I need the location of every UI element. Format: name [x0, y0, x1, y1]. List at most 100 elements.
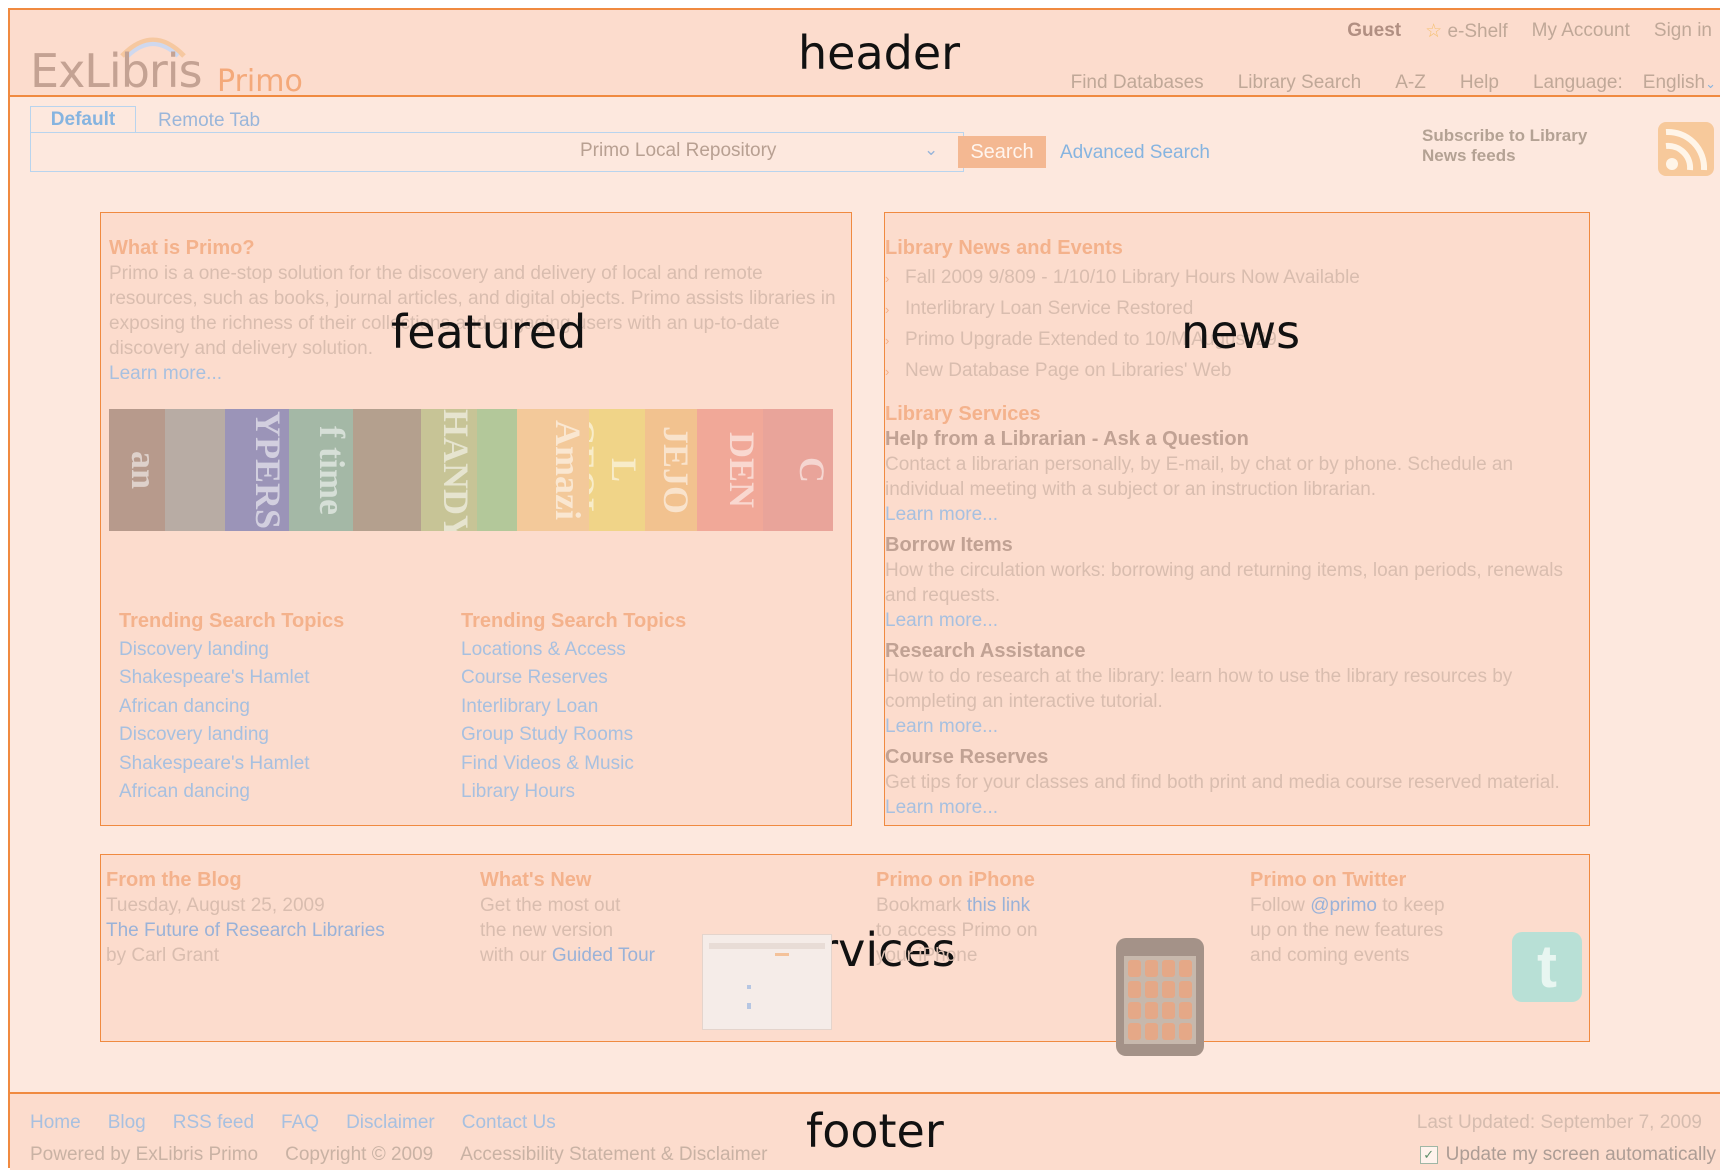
blog-date: Tuesday, August 25, 2009 [106, 895, 325, 916]
service-item: Research Assistance How to do research a… [885, 639, 1575, 739]
featured-panel: What is Primo? Primo is a one-stop solut… [100, 212, 852, 826]
checkbox-checked-icon[interactable]: ✓ [1419, 1146, 1438, 1164]
blog-title: From the Blog [106, 869, 242, 891]
star-icon: ☆ [1425, 21, 1443, 42]
trending-link[interactable]: Interlibrary Loan [461, 693, 686, 722]
trending-link[interactable]: Shakespeare's Hamlet [119, 750, 344, 779]
learn-more-link[interactable]: Learn more... [885, 795, 1575, 820]
chevron-down-icon[interactable]: ⌄ [924, 140, 938, 160]
advanced-search-link[interactable]: Advanced Search [1060, 142, 1210, 164]
trending-link[interactable]: African dancing [119, 778, 344, 807]
book-spine: f time [289, 409, 353, 531]
logo-exlibris[interactable]: ExLibris [30, 44, 203, 98]
eshelf-link[interactable]: ☆ e-Shelf [1425, 20, 1508, 43]
twitter-block: Primo on Twitter Follow @primo to keep u… [1250, 868, 1445, 968]
service-heading: Course Reserves [885, 746, 1049, 768]
guided-tour-thumbnail[interactable] [702, 934, 832, 1030]
nav-library-search[interactable]: Library Search [1238, 72, 1362, 94]
twitter-handle-link[interactable]: @primo [1310, 895, 1377, 916]
footer-link-blog[interactable]: Blog [108, 1112, 146, 1134]
footer-link-faq[interactable]: FAQ [281, 1112, 319, 1134]
twitter-suffix: to keep [1382, 895, 1445, 916]
auto-update-toggle[interactable]: ✓ Update my screen automatically [1419, 1144, 1716, 1166]
service-desc: How the circulation works: borrowing and… [885, 560, 1563, 606]
trending-link[interactable]: Discovery landing [119, 721, 344, 750]
eshelf-label: e-Shelf [1447, 21, 1508, 42]
learn-more-link[interactable]: Learn more... [885, 714, 1575, 739]
language-select[interactable]: English⌄ [1643, 72, 1716, 94]
book-spine: an [109, 409, 165, 531]
whats-new-line: Get the most out [480, 895, 621, 916]
blog-post-link[interactable]: The Future of Research Libraries [106, 918, 385, 943]
book-spine: YPERS [225, 409, 289, 531]
footer-links: Home Blog RSS feed FAQ Disclaimer Contac… [30, 1112, 556, 1134]
footer-link-disclaimer[interactable]: Disclaimer [346, 1112, 435, 1134]
service-heading: Help from a Librarian - Ask a Question [885, 428, 1249, 450]
whats-new-line: with our Guided Tour [480, 943, 655, 968]
footer-link-rss[interactable]: RSS feed [173, 1112, 254, 1134]
scope-select[interactable]: Primo Local Repository [580, 140, 880, 162]
book-spine: DEN [697, 409, 763, 531]
section-label-footer: footer [806, 1104, 944, 1158]
section-label-news: news [1181, 305, 1301, 359]
page-frame: ExLibris Primo Guest ☆ e-Shelf My Accoun… [8, 8, 1720, 1170]
trending-link[interactable]: Course Reserves [461, 664, 686, 693]
twitter-line: and coming events [1250, 945, 1410, 966]
tab-default[interactable]: Default [30, 106, 136, 133]
nav-find-databases[interactable]: Find Databases [1071, 72, 1204, 94]
trending-link[interactable]: Find Videos & Music [461, 750, 686, 779]
blog-block: From the Blog Tuesday, August 25, 2009 T… [106, 868, 385, 968]
news-item[interactable]: › Fall 2009 9/809 - 1/10/10 Library Hours… [885, 263, 1360, 294]
section-label-featured: featured [391, 305, 587, 359]
my-account-link[interactable]: My Account [1532, 20, 1630, 43]
book-spine [165, 409, 225, 531]
auto-update-label: Update my screen automatically [1445, 1144, 1716, 1165]
trending-link[interactable]: Shakespeare's Hamlet [119, 664, 344, 693]
whats-new-block: What's New Get the most out the new vers… [480, 868, 655, 968]
iphone-title: Primo on iPhone [876, 869, 1035, 891]
search-button[interactable]: Search [958, 136, 1046, 168]
trending-link[interactable]: Group Study Rooms [461, 721, 686, 750]
book-spine: JEJO [645, 409, 697, 531]
news-item[interactable]: › New Database Page on Libraries' Web [885, 356, 1360, 387]
whats-new-line: the new version [480, 920, 614, 941]
books-image: an YPERS f time HANDY Amazi L GEOL JEJO … [109, 409, 833, 531]
book-spine: C [763, 409, 833, 531]
learn-more-link[interactable]: Learn more... [109, 363, 222, 384]
nav-a-z[interactable]: A-Z [1395, 72, 1426, 94]
bullet-icon: › [885, 302, 890, 317]
guest-label: Guest [1347, 20, 1402, 41]
rss-icon[interactable] [1658, 122, 1714, 176]
nav-help[interactable]: Help [1460, 72, 1499, 94]
blog-author: by Carl Grant [106, 945, 219, 966]
trending-link[interactable]: Locations & Access [461, 636, 686, 665]
twitter-icon[interactable]: t [1512, 932, 1582, 1002]
book-spine [477, 409, 517, 531]
footer-link-home[interactable]: Home [30, 1112, 81, 1134]
trending-link[interactable]: Library Hours [461, 778, 686, 807]
last-updated: Last Updated: September 7, 2009 [1416, 1112, 1702, 1133]
tab-remote[interactable]: Remote Tab [158, 110, 260, 132]
user-links: Guest ☆ e-Shelf My Account Sign in [1347, 20, 1712, 43]
iphone-line: your iPhone [876, 945, 978, 966]
logo-primo[interactable]: Primo [217, 64, 303, 99]
footer-link-contact[interactable]: Contact Us [462, 1112, 556, 1134]
accessibility-link[interactable]: Accessibility Statement & Disclaimer [460, 1144, 767, 1166]
twitter-prefix: Follow [1250, 895, 1305, 916]
trending-title: Trending Search Topics [461, 610, 687, 632]
twitter-line: up on the new features [1250, 920, 1444, 941]
iphone-line: to access Primo on [876, 920, 1038, 941]
learn-more-link[interactable]: Learn more... [885, 608, 1575, 633]
iphone-line: Bookmark this link [876, 893, 1038, 918]
learn-more-link[interactable]: Learn more... [885, 502, 1575, 527]
book-spine [353, 409, 421, 531]
guided-tour-link[interactable]: Guided Tour [552, 945, 655, 966]
trending-link[interactable]: Discovery landing [119, 636, 344, 665]
this-link[interactable]: this link [967, 895, 1030, 916]
sign-in-link[interactable]: Sign in [1654, 20, 1712, 43]
powered-by: Powered by ExLibris Primo [30, 1144, 259, 1165]
trending-link[interactable]: African dancing [119, 693, 344, 722]
main-nav: Find Databases Library Search A-Z Help L… [1071, 72, 1716, 94]
service-item: Borrow Items How the circulation works: … [885, 533, 1575, 633]
language-value: English [1642, 72, 1706, 93]
